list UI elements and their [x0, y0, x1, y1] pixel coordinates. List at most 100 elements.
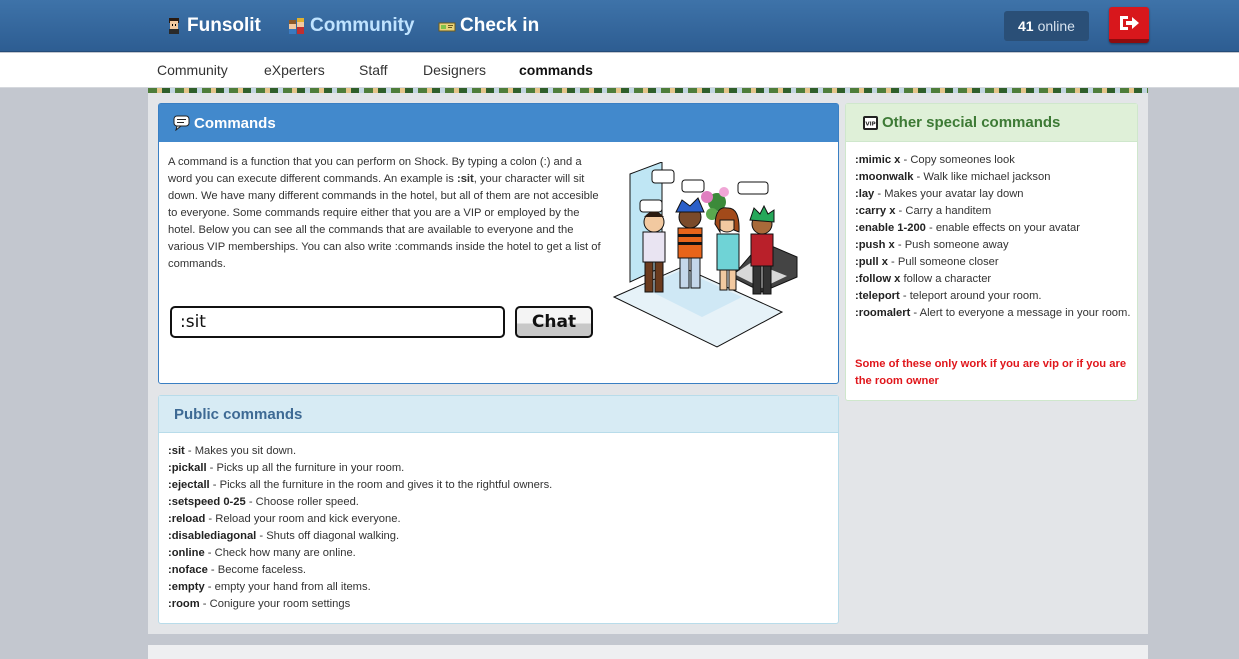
nav-label: Check in: [460, 15, 540, 36]
other-commands-title: Other special commands: [882, 114, 1061, 131]
command-description: - Picks up all the furniture in your roo…: [206, 462, 405, 474]
command-description: - Shuts off diagonal walking.: [256, 530, 400, 542]
nav-label: Funsolit: [187, 15, 261, 36]
list-item: :roomalert - Alert to everyone a message…: [855, 305, 1133, 322]
chat-input[interactable]: [170, 306, 505, 338]
list-item: :ejectall - Picks all the furniture in t…: [168, 477, 552, 494]
command-name: :online: [168, 547, 205, 559]
list-item: :noface - Become faceless.: [168, 562, 552, 579]
command-name: :roomalert: [855, 307, 911, 319]
command-description: - Choose roller speed.: [245, 496, 359, 508]
command-name: :pickall: [168, 462, 207, 474]
list-item: :carry x - Carry a handitem: [855, 203, 1133, 220]
list-item: :pickall - Picks up all the furniture in…: [168, 460, 552, 477]
command-description: - Become faceless.: [207, 564, 307, 576]
command-name: :follow x: [855, 273, 901, 285]
command-description: - Push someone away: [894, 239, 1009, 251]
public-commands-header: Public commands: [159, 396, 838, 433]
commands-panel: Commands A command is a function that yo…: [158, 103, 839, 384]
command-description: - Makes your avatar lay down: [874, 188, 1024, 200]
habbo-characters-illustration: [612, 162, 798, 348]
command-description: follow a character: [900, 273, 992, 285]
logout-button[interactable]: [1109, 7, 1149, 43]
checkin-icon: [438, 22, 456, 32]
list-item: :teleport - teleport around your room.: [855, 288, 1133, 305]
command-name: :enable 1-200: [855, 222, 926, 234]
svg-text:VIP: VIP: [865, 121, 875, 127]
subnav-designers[interactable]: Designers: [423, 62, 486, 78]
list-item: :pull x - Pull someone closer: [855, 254, 1133, 271]
subnav-commands[interactable]: commands: [519, 62, 593, 78]
command-description: - Reload your room and kick everyone.: [205, 513, 401, 525]
other-commands-list: :mimic x - Copy someones look :moonwalk …: [855, 152, 1133, 322]
command-description: - Conigure your room settings: [199, 598, 351, 610]
chat-button[interactable]: Chat: [515, 306, 593, 338]
vip-warning-text: Some of these only work if you are vip o…: [855, 358, 1127, 387]
public-commands-panel: Public commands :sit - Makes you sit dow…: [158, 395, 839, 624]
list-item: :online - Check how many are online.: [168, 545, 552, 562]
command-description: - empty your hand from all items.: [204, 581, 371, 593]
list-item: :reload - Reload your room and kick ever…: [168, 511, 552, 528]
footer-panel: [148, 645, 1148, 659]
list-item: :mimic x - Copy someones look: [855, 152, 1133, 169]
command-name: :mimic x: [855, 154, 901, 166]
command-description: - Check how many are online.: [204, 547, 356, 559]
online-label: online: [1037, 18, 1075, 34]
command-name: :carry x: [855, 205, 896, 217]
sub-navigation: Community eXperters Staff Designers comm…: [0, 53, 1239, 88]
command-name: :noface: [168, 564, 208, 576]
list-item: :sit - Makes you sit down.: [168, 443, 552, 460]
command-description: - Pull someone closer: [887, 256, 999, 268]
community-icon: [289, 18, 304, 34]
list-item: :setspeed 0-25 - Choose roller speed.: [168, 494, 552, 511]
command-name: :empty: [168, 581, 205, 593]
command-name: :reload: [168, 513, 206, 525]
speech-bubble-icon: [173, 115, 190, 131]
avatar-icon: [169, 18, 179, 34]
command-description: - teleport around your room.: [899, 290, 1042, 302]
other-commands-panel: VIP Other special commands :mimic x - Co…: [845, 103, 1138, 401]
list-item: :room - Conigure your room settings: [168, 596, 552, 613]
vip-icon: VIP: [863, 115, 878, 130]
intro-example-command: :sit: [456, 173, 474, 185]
public-commands-list: :sit - Makes you sit down. :pickall - Pi…: [168, 443, 552, 613]
nav-funsolit[interactable]: Funsolit: [165, 13, 261, 39]
command-description: - Picks all the furniture in the room an…: [209, 479, 553, 491]
list-item: :empty - empty your hand from all items.: [168, 579, 552, 596]
command-name: :teleport: [855, 290, 900, 302]
command-description: - Makes you sit down.: [184, 445, 297, 457]
command-name: :setspeed 0-25: [168, 496, 246, 508]
command-description: - Carry a handitem: [895, 205, 992, 217]
other-commands-header: VIP Other special commands: [846, 104, 1137, 142]
command-description: - Copy someones look: [900, 154, 1015, 166]
commands-intro-text: A command is a function that you can per…: [168, 154, 603, 273]
list-item: :push x - Push someone away: [855, 237, 1133, 254]
nav-check-in[interactable]: Check in: [438, 13, 539, 39]
online-counter: 41 online: [1004, 11, 1089, 41]
command-description: - Alert to everyone a message in your ro…: [910, 307, 1131, 319]
subnav-experters[interactable]: eXperters: [264, 62, 325, 78]
online-count: 41: [1018, 18, 1034, 34]
command-name: :room: [168, 598, 200, 610]
list-item: :disablediagonal - Shuts off diagonal wa…: [168, 528, 552, 545]
intro-text-part: , your character will sit down. We have …: [168, 173, 601, 270]
command-name: :moonwalk: [855, 171, 914, 183]
command-name: :push x: [855, 239, 895, 251]
list-item: :follow x follow a character: [855, 271, 1133, 288]
commands-panel-title: Commands: [194, 114, 276, 132]
command-name: :lay: [855, 188, 875, 200]
command-name: :sit: [168, 445, 185, 457]
nav-label: Community: [310, 15, 415, 36]
logout-icon: [1120, 16, 1139, 30]
subnav-community[interactable]: Community: [157, 62, 228, 78]
list-item: :moonwalk - Walk like michael jackson: [855, 169, 1133, 186]
command-description: - Walk like michael jackson: [913, 171, 1051, 183]
top-navigation-bar: Funsolit Community Check in 41 online: [0, 0, 1239, 52]
subnav-staff[interactable]: Staff: [359, 62, 388, 78]
list-item: :lay - Makes your avatar lay down: [855, 186, 1133, 203]
command-name: :disablediagonal: [168, 530, 257, 542]
list-item: :enable 1-200 - enable effects on your a…: [855, 220, 1133, 237]
commands-panel-header: Commands: [159, 104, 838, 142]
command-name: :ejectall: [168, 479, 210, 491]
nav-community[interactable]: Community: [288, 13, 415, 39]
